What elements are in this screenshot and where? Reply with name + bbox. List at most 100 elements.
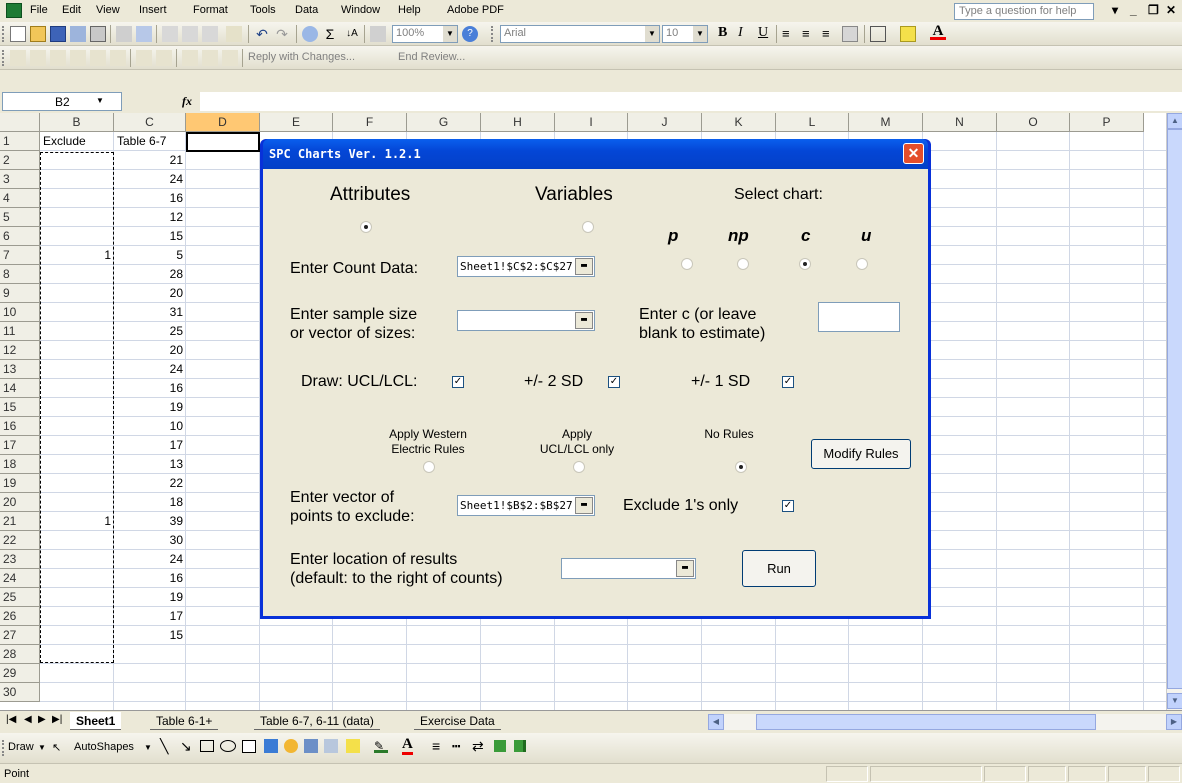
cell-count-value[interactable]: 17 [114,607,186,625]
merge-center-icon[interactable] [842,26,858,42]
exclude-points-input[interactable]: Sheet1!$B$2:$B$27 ▬ [457,495,595,516]
column-header-n[interactable]: N [923,113,997,132]
row-header-26[interactable]: 26 [0,607,40,626]
c-value-input[interactable] [818,302,900,332]
collapse-dialog-icon[interactable]: ▬ [575,312,593,329]
column-header-j[interactable]: J [628,113,702,132]
cell-count-value[interactable]: 22 [114,474,186,492]
cell-header-exclude[interactable]: Exclude [40,132,114,150]
row-header-28[interactable]: 28 [0,645,40,664]
cell-count-value[interactable]: 10 [114,417,186,435]
row-header-13[interactable]: 13 [0,360,40,379]
clip-art-icon[interactable] [304,739,318,753]
cell-header-table[interactable]: Table 6-7 [114,132,186,150]
new-comment-icon[interactable] [10,50,26,66]
row-header-23[interactable]: 23 [0,550,40,569]
vertical-scrollbar[interactable]: ▲ ▼ [1166,113,1182,710]
column-header-o[interactable]: O [997,113,1070,132]
count-data-input[interactable]: Sheet1!$C$2:$C$27 ▬ [457,256,595,277]
toolbar-grip[interactable] [2,50,5,66]
format-painter-icon[interactable] [226,26,242,42]
column-header-l[interactable]: L [776,113,849,132]
cell-count-value[interactable]: 24 [114,170,186,188]
cell-count-value[interactable]: 20 [114,341,186,359]
column-header-b[interactable]: B [40,113,114,132]
font-name-combo[interactable]: Arial ▼ [500,25,660,43]
line-icon[interactable]: ╲ [160,738,168,755]
previous-comment-icon[interactable] [30,50,46,66]
row-header-25[interactable]: 25 [0,588,40,607]
draw-menu-button[interactable]: Draw [8,741,34,753]
row-header-8[interactable]: 8 [0,265,40,284]
variables-radio[interactable] [582,221,594,233]
row-header-10[interactable]: 10 [0,303,40,322]
row-header-20[interactable]: 20 [0,493,40,512]
menu-tools[interactable]: Tools [250,4,276,16]
toolbar-grip[interactable] [2,26,5,42]
row-header-22[interactable]: 22 [0,531,40,550]
ucl-lcl-checkbox[interactable]: ✓ [452,376,464,388]
row-header-1[interactable]: 1 [0,132,40,151]
row-header-30[interactable]: 30 [0,683,40,702]
tab-table-6-7-data[interactable]: Table 6-7, 6-11 (data) [254,712,380,730]
cell-count-value[interactable]: 15 [114,227,186,245]
row-header-3[interactable]: 3 [0,170,40,189]
cell-count-value[interactable]: 39 [114,512,186,530]
cell-count-value[interactable]: 13 [114,455,186,473]
row-header-15[interactable]: 15 [0,398,40,417]
two-sd-checkbox[interactable]: ✓ [608,376,620,388]
menu-window[interactable]: Window [341,4,380,16]
chevron-down-icon[interactable]: ▼ [144,743,152,752]
chart-np-radio[interactable] [737,258,749,270]
close-icon[interactable]: ✕ [903,143,924,164]
diagram-icon[interactable] [284,739,298,753]
chart-p-radio[interactable] [681,258,693,270]
cell-count-value[interactable]: 30 [114,531,186,549]
oval-icon[interactable] [220,740,236,752]
cell-count-value[interactable]: 20 [114,284,186,302]
scroll-right-icon[interactable]: ▶ [1166,714,1182,730]
hscroll-thumb[interactable] [756,714,1096,730]
close-workbook-icon[interactable]: ✕ [1166,3,1176,17]
end-review-button[interactable]: End Review... [398,51,465,63]
row-header-4[interactable]: 4 [0,189,40,208]
text-box-icon[interactable] [242,740,256,753]
zoom-combo[interactable]: 100% ▼ [392,25,458,43]
shadow-style-icon[interactable] [494,740,506,752]
picture-icon[interactable] [324,739,338,753]
row-header-21[interactable]: 21 [0,512,40,531]
underline-icon[interactable]: U [758,25,768,41]
western-rules-radio[interactable] [423,461,435,473]
row-header-17[interactable]: 17 [0,436,40,455]
menu-help[interactable]: Help [398,4,421,16]
line-style-icon[interactable]: ≡ [432,738,440,754]
collapse-dialog-icon[interactable]: ▬ [676,560,694,577]
hyperlink-icon[interactable] [302,26,318,42]
italic-icon[interactable]: I [738,25,743,41]
chevron-down-icon[interactable]: ▼ [443,26,457,42]
row-header-18[interactable]: 18 [0,455,40,474]
previous-sheet-icon[interactable]: ◀ [24,714,32,725]
cell-count-value[interactable]: 16 [114,569,186,587]
cell-count-value[interactable]: 18 [114,493,186,511]
cell-count-value[interactable]: 28 [114,265,186,283]
accept-change-icon[interactable] [156,50,172,66]
menu-insert[interactable]: Insert [139,4,167,16]
cell-count-value[interactable]: 15 [114,626,186,644]
menu-data[interactable]: Data [295,4,318,16]
menu-format[interactable]: Format [193,4,228,16]
autosum-icon[interactable]: Σ [322,26,338,42]
cell-count-value[interactable]: 16 [114,379,186,397]
cell-count-value[interactable]: 5 [114,246,186,264]
cell-count-value[interactable]: 16 [114,189,186,207]
one-sd-checkbox[interactable]: ✓ [782,376,794,388]
redo-icon[interactable]: ↷ [274,26,290,42]
track-changes-icon[interactable] [136,50,152,66]
workbook-review-icon[interactable] [202,50,218,66]
new-icon[interactable] [10,26,26,42]
run-button[interactable]: Run [742,550,816,587]
ink-icon[interactable] [222,50,238,66]
column-header-i[interactable]: I [555,113,628,132]
font-color-icon[interactable]: A [402,737,413,755]
chevron-down-icon[interactable]: ▼ [38,743,46,752]
